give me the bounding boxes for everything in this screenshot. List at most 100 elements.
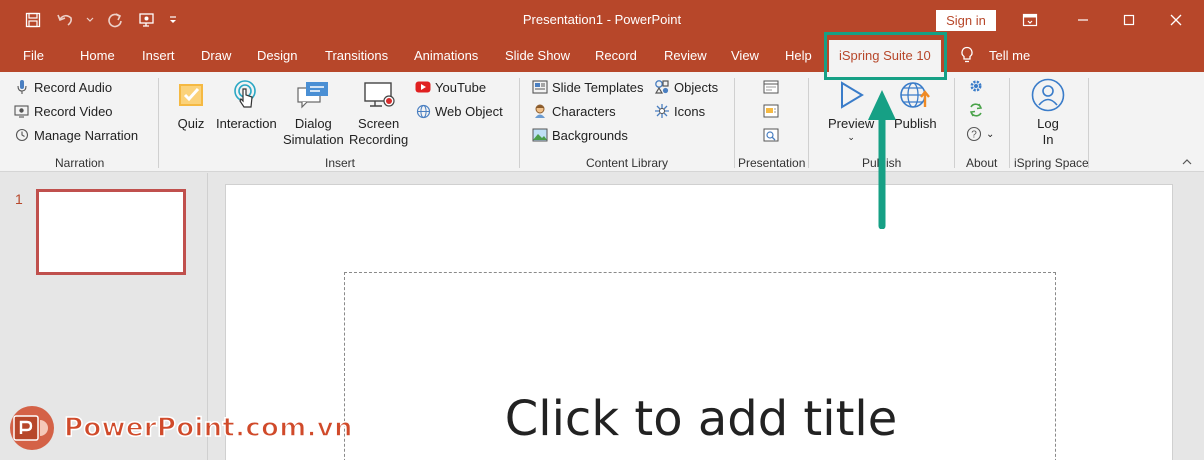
video-camera-icon <box>14 103 30 119</box>
group-label-content-library: Content Library <box>586 156 669 170</box>
tab-review[interactable]: Review <box>664 48 707 63</box>
quiz-button[interactable]: Quiz <box>174 78 208 132</box>
user-icon <box>1031 78 1065 112</box>
tab-animations[interactable]: Animations <box>414 48 478 63</box>
character-icon <box>532 103 548 119</box>
background-image-icon <box>532 127 548 143</box>
chevron-down-icon[interactable]: ⌄ <box>847 132 855 142</box>
backgrounds-button[interactable]: Backgrounds <box>532 127 628 143</box>
group-label-narration: Narration <box>55 156 105 170</box>
manage-narration-label: Manage Narration <box>34 127 139 143</box>
tell-me-search[interactable]: Tell me <box>989 48 1030 63</box>
group-separator <box>1088 78 1089 168</box>
title-bar: Presentation1 - PowerPoint Sign in <box>0 0 1204 40</box>
web-object-label: Web Object <box>435 103 503 119</box>
tab-home[interactable]: Home <box>80 48 115 63</box>
sign-in-button[interactable]: Sign in <box>936 10 996 31</box>
record-audio-button[interactable]: Record Audio <box>14 79 112 95</box>
quiz-icon <box>174 78 208 112</box>
arrow-up-icon <box>868 90 896 229</box>
group-label-about: About <box>966 156 998 170</box>
log-in-button[interactable]: Log In <box>1031 78 1065 148</box>
tab-file[interactable]: File <box>23 48 44 63</box>
watermark-text: PowerPoint.com.vn <box>63 412 353 444</box>
resources-icon <box>763 127 779 143</box>
chevron-down-icon[interactable]: ⌄ <box>986 129 994 140</box>
dialog-label-line1: Dialog <box>294 116 332 131</box>
tab-slide-show[interactable]: Slide Show <box>505 48 570 63</box>
backgrounds-label: Backgrounds <box>552 127 628 143</box>
manage-narration-button[interactable]: Manage Narration <box>14 127 138 143</box>
slide-canvas[interactable]: Click to add title <box>225 184 1173 460</box>
group-separator <box>808 78 809 168</box>
globe-icon <box>415 103 431 119</box>
refresh-icon <box>968 102 984 118</box>
dialog-bubble-icon <box>296 78 330 112</box>
youtube-icon <box>415 79 431 95</box>
youtube-button[interactable]: YouTube <box>415 79 486 95</box>
youtube-label: YouTube <box>435 79 487 95</box>
title-placeholder-text: Click to add title <box>504 391 898 447</box>
slide-thumbnail[interactable] <box>36 189 186 275</box>
presentation-properties-button[interactable] <box>763 79 779 95</box>
collapse-ribbon-icon[interactable] <box>1182 156 1192 168</box>
screen-label-line1: Screen <box>358 116 400 131</box>
slide-templates-button[interactable]: Slide Templates <box>532 79 644 95</box>
lightbulb-icon[interactable] <box>960 46 974 67</box>
screen-recording-button[interactable]: Screen Recording <box>349 78 408 148</box>
ribbon-panel: Record Audio Record Video Manage Narrati… <box>0 72 1204 172</box>
group-separator <box>158 78 159 168</box>
record-video-button[interactable]: Record Video <box>14 103 113 119</box>
group-separator <box>954 78 955 168</box>
dialog-simulation-button[interactable]: Dialog Simulation <box>283 78 344 148</box>
tab-transitions[interactable]: Transitions <box>325 48 388 63</box>
group-separator <box>519 78 520 168</box>
powerpoint-logo-icon <box>10 406 54 450</box>
maximize-icon[interactable] <box>1117 8 1141 32</box>
title-placeholder[interactable]: Click to add title <box>344 272 1056 460</box>
tab-help[interactable]: Help <box>785 48 812 63</box>
icons-button[interactable]: Icons <box>654 103 705 119</box>
tab-design[interactable]: Design <box>257 48 297 63</box>
group-label-ispring-space: iSpring Space <box>1014 156 1089 170</box>
player-icon <box>763 103 779 119</box>
minimize-icon[interactable] <box>1071 8 1095 32</box>
dialog-label-line2: Simulation <box>283 132 344 147</box>
slide-number: 1 <box>15 191 23 207</box>
slide-templates-label: Slide Templates <box>552 79 644 95</box>
check-updates-button[interactable] <box>968 102 984 118</box>
group-label-presentation: Presentation <box>738 156 806 170</box>
microphone-icon <box>14 79 30 95</box>
ribbon-tabs: File Home Insert Draw Design Transitions… <box>0 40 1204 72</box>
tab-insert[interactable]: Insert <box>142 48 175 63</box>
tab-record[interactable]: Record <box>595 48 637 63</box>
characters-button[interactable]: Characters <box>532 103 616 119</box>
player-settings-button[interactable] <box>763 103 779 119</box>
group-label-insert: Insert <box>325 156 356 170</box>
group-separator <box>1009 78 1010 168</box>
touch-icon <box>229 78 263 112</box>
quiz-label: Quiz <box>177 116 205 131</box>
help-button[interactable]: ? ⌄ <box>966 126 994 142</box>
tab-draw[interactable]: Draw <box>201 48 231 63</box>
interaction-button[interactable]: Interaction <box>216 78 277 132</box>
log-in-label-line2: In <box>1042 132 1054 147</box>
watermark: PowerPoint.com.vn <box>8 404 353 452</box>
web-object-button[interactable]: Web Object <box>415 103 503 119</box>
icons-library-icon <box>654 103 670 119</box>
close-icon[interactable] <box>1164 8 1188 32</box>
clock-icon <box>14 127 30 143</box>
ribbon-display-options-icon[interactable] <box>1018 8 1042 32</box>
screen-record-icon <box>362 78 396 112</box>
highlight-frame <box>824 32 947 80</box>
tab-view[interactable]: View <box>731 48 759 63</box>
globe-upload-icon <box>898 78 932 112</box>
interaction-label: Interaction <box>216 116 277 131</box>
record-audio-label: Record Audio <box>34 79 113 95</box>
resources-button[interactable] <box>763 127 779 143</box>
settings-button[interactable] <box>968 78 984 94</box>
objects-label: Objects <box>674 79 719 95</box>
svg-text:?: ? <box>971 130 977 141</box>
objects-button[interactable]: Objects <box>654 79 718 95</box>
gear-icon <box>968 78 984 94</box>
